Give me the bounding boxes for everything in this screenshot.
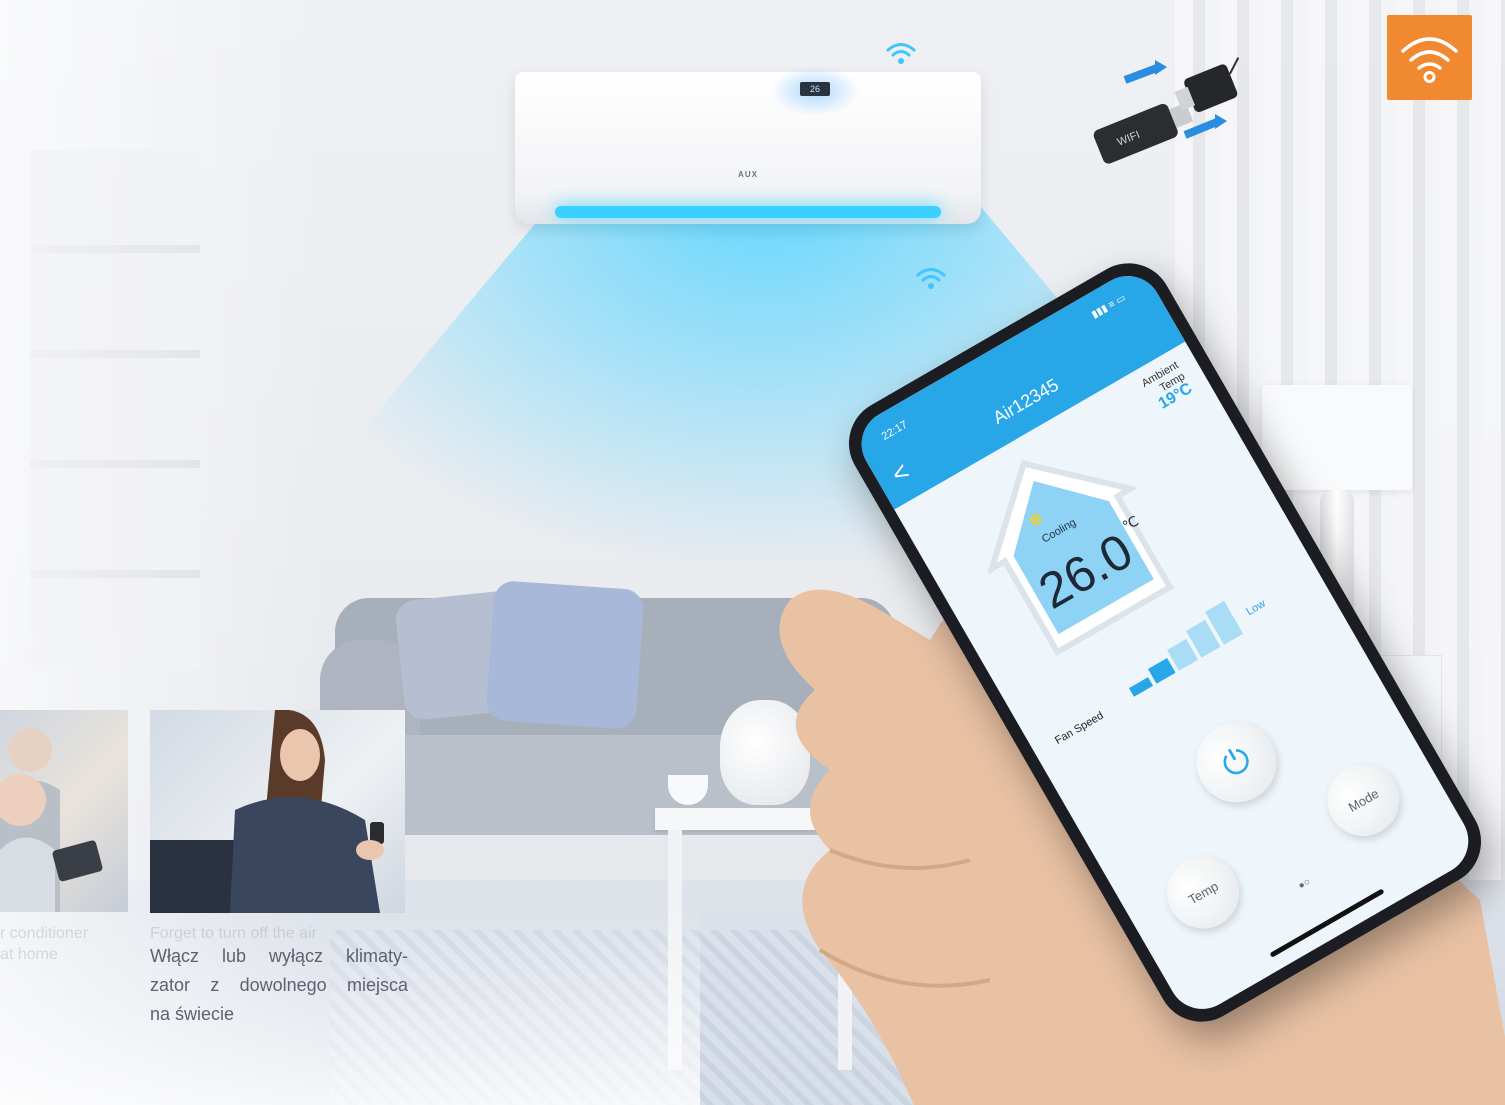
power-button[interactable]: ⏻ — [1181, 707, 1292, 817]
wifi-icon — [1401, 37, 1458, 83]
fan-speed-bar[interactable] — [1148, 658, 1176, 684]
pillow — [485, 579, 645, 731]
feature-caption-line: zator z dowolnego miejsca — [150, 975, 408, 995]
fan-speed-label: Fan Speed — [1053, 709, 1106, 747]
fan-speed-bar[interactable] — [1128, 677, 1154, 697]
faint-caption-left-1: r conditioner — [0, 925, 89, 942]
lamp-shade — [1262, 385, 1412, 490]
faint-caption-left-2: at home — [0, 946, 58, 963]
wifi-signal-icon — [886, 43, 916, 64]
wifi-signal-icon — [916, 268, 946, 289]
wifi-badge[interactable] — [1387, 15, 1472, 100]
feature-caption-line: Włącz lub wyłącz klimaty- — [150, 946, 408, 966]
ac-brand: AUX — [738, 170, 758, 179]
ac-vent — [555, 206, 941, 218]
ac-display: 26 — [800, 82, 830, 96]
feature-card-image-woman — [150, 710, 405, 913]
status-icons: ▮▮▮ ≡ ▭ — [1089, 292, 1128, 321]
feature-caption: Włącz lub wyłącz klimaty- zator z dowoln… — [150, 942, 408, 1029]
woman-with-phone-photo — [150, 710, 384, 913]
air-conditioner-unit: 26 AUX — [515, 66, 981, 224]
feature-caption-line: na świecie — [150, 1004, 235, 1024]
hero-scene: 26 AUX WIFI r conditioner at home Forget… — [0, 0, 1505, 1105]
faint-caption-right: Forget to turn off the air — [150, 925, 317, 942]
elderly-couple-photo — [0, 728, 103, 912]
fan-speed-level: Low — [1244, 597, 1268, 619]
wifi-dongle-illustration: WIFI — [1093, 57, 1240, 164]
ambient-temp-panel: Ambient Temp 19°C — [1140, 359, 1195, 413]
feature-card-image-elderly — [0, 710, 128, 912]
status-time: 22:17 — [879, 418, 910, 443]
